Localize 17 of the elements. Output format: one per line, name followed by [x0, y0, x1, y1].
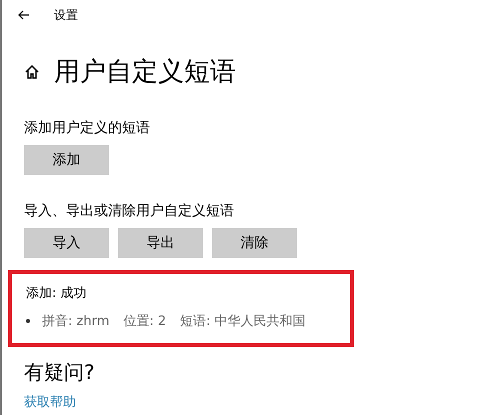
section-label: 添加用户定义的短语	[24, 119, 151, 138]
help-link[interactable]: 获取帮助	[24, 395, 76, 410]
action-button[interactable]: 添加	[24, 145, 109, 175]
action-button[interactable]: 清除	[212, 228, 297, 258]
window-title: 设置	[54, 7, 78, 24]
page-title: 用户自定义短语	[54, 59, 236, 85]
detail-text: 短语: 中华人民共和国	[180, 312, 306, 330]
bullet-icon	[26, 319, 30, 324]
detail-text: 位置: 2	[123, 312, 166, 330]
action-button[interactable]: 导入	[24, 228, 109, 258]
help-heading: 有疑问?	[24, 361, 96, 383]
result-title: 添加: 成功	[26, 285, 88, 303]
back-icon[interactable]	[18, 9, 30, 21]
action-button[interactable]: 导出	[118, 228, 203, 258]
section-label: 导入、导出或清除用户自定义短语	[24, 202, 235, 221]
home-icon[interactable]	[24, 64, 40, 80]
detail-text: 拼音: zhrm	[42, 312, 110, 330]
